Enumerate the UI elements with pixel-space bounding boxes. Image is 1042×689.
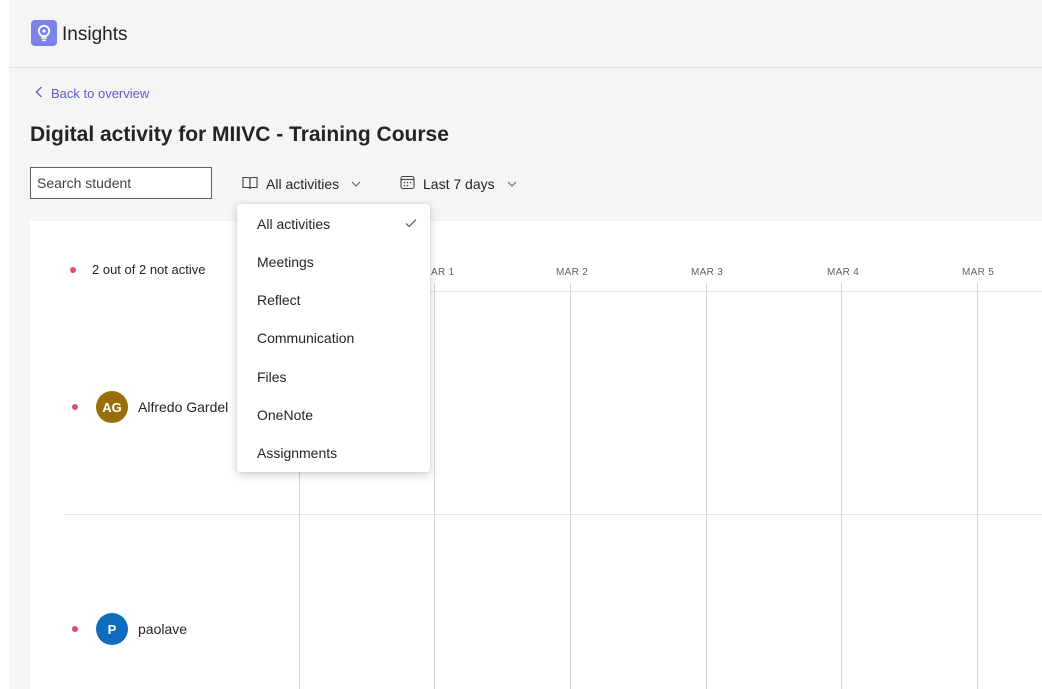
menu-item-communication[interactable]: Communication xyxy=(237,319,430,357)
date-label: MAR 3 xyxy=(691,267,724,278)
student-name: Alfredo Gardel xyxy=(138,399,229,415)
activity-summary: 2 out of 2 not active xyxy=(70,262,205,277)
date-range-button[interactable]: Last 7 days xyxy=(400,172,517,196)
checkmark-icon xyxy=(405,215,417,231)
menu-item-label: Communication xyxy=(257,330,355,346)
lightbulb-icon xyxy=(31,20,57,46)
student-name: paolave xyxy=(138,621,188,637)
menu-item-reflect[interactable]: Reflect xyxy=(237,281,430,319)
menu-item-label: Meetings xyxy=(257,254,314,270)
date-label: MAR 2 xyxy=(556,267,589,278)
activity-filter-menu: All activities Meetings Reflect Communic… xyxy=(237,204,430,472)
menu-item-onenote[interactable]: OneNote xyxy=(237,396,430,434)
book-icon xyxy=(242,176,258,193)
activity-filter-label: All activities xyxy=(266,176,340,192)
timeline-column-line xyxy=(434,283,435,689)
page-title: Digital activity for MIIVC - Training Co… xyxy=(30,123,449,146)
activity-filter-button[interactable]: All activities xyxy=(242,172,361,196)
back-link-label: Back to overview xyxy=(51,86,150,101)
menu-item-meetings[interactable]: Meetings xyxy=(237,243,430,281)
inactive-status-dot xyxy=(70,266,76,273)
student-row[interactable]: AG Alfredo Gardel xyxy=(72,391,228,423)
search-student-input[interactable] xyxy=(30,167,212,199)
menu-item-files[interactable]: Files xyxy=(237,358,430,396)
left-gutter xyxy=(0,0,9,689)
inactive-status-dot xyxy=(72,404,78,410)
date-label: AR 1 xyxy=(431,267,455,278)
inactive-status-dot xyxy=(72,626,78,632)
chevron-left-icon xyxy=(35,86,43,101)
back-to-overview-link[interactable]: Back to overview xyxy=(35,86,149,101)
menu-item-label: Assignments xyxy=(257,445,338,461)
timeline-column-line xyxy=(977,283,978,689)
summary-text: 2 out of 2 not active xyxy=(92,262,206,277)
menu-item-assignments[interactable]: Assignments xyxy=(237,434,430,472)
app-header: Insights xyxy=(9,0,1042,68)
student-row[interactable]: P paolave xyxy=(72,613,187,645)
timeline-column-line xyxy=(706,283,707,689)
avatar: P xyxy=(96,613,128,645)
app-title: Insights xyxy=(62,24,128,45)
calendar-icon xyxy=(400,175,415,193)
chevron-down-icon xyxy=(351,178,361,190)
date-range-label: Last 7 days xyxy=(423,176,495,192)
timeline-column-line xyxy=(841,283,842,689)
chevron-down-icon xyxy=(507,178,517,190)
menu-item-label: Files xyxy=(257,369,287,385)
timeline-column-line xyxy=(570,283,571,689)
date-label: MAR 5 xyxy=(962,267,995,278)
menu-item-label: OneNote xyxy=(257,407,314,423)
menu-item-all-activities[interactable]: All activities xyxy=(237,205,430,243)
menu-item-label: All activities xyxy=(257,216,331,232)
menu-item-label: Reflect xyxy=(257,292,301,308)
row-divider xyxy=(64,514,1042,515)
avatar: AG xyxy=(96,391,128,423)
date-label: MAR 4 xyxy=(827,267,860,278)
